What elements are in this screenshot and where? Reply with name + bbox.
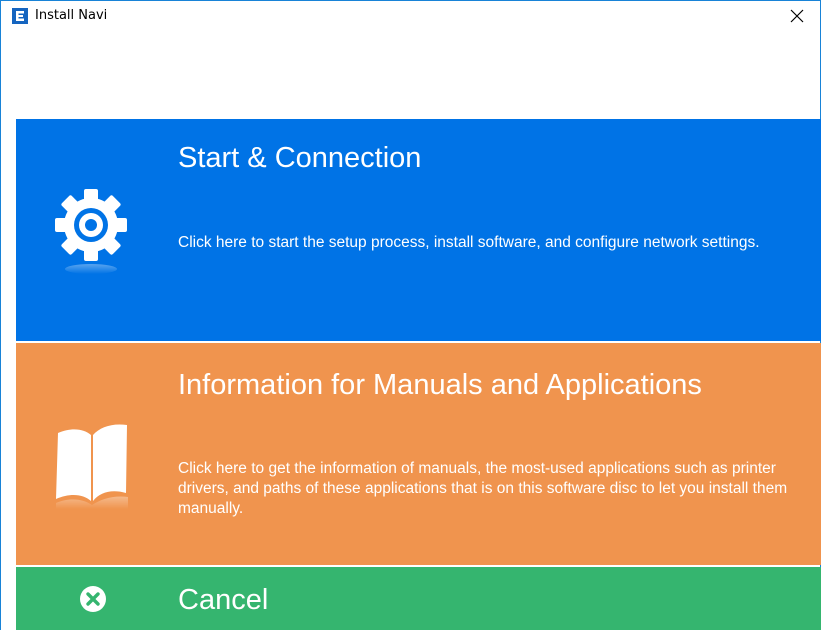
start-connection-title: Start & Connection [178,142,422,174]
title-bar[interactable]: Install Navi [1,1,820,31]
window-title: Install Navi [35,8,108,23]
install-navi-window: Install Navi Start & Connection Click he… [0,0,821,630]
manuals-applications-title: Information for Manuals and Applications [178,369,702,401]
app-logo-icon [12,8,28,24]
start-connection-description: Click here to start the setup process, i… [178,234,760,251]
open-book-icon [50,417,134,518]
close-button[interactable] [774,1,820,31]
manuals-applications-panel[interactable]: Information for Manuals and Applications… [16,343,821,565]
gear-icon [48,177,128,282]
start-connection-panel[interactable]: Start & Connection Click here to start t… [16,119,821,341]
close-icon [790,9,804,23]
manuals-applications-description: Click here to get the information of man… [178,460,788,517]
cancel-panel[interactable]: Cancel [16,567,821,630]
cancel-circle-icon [79,585,107,618]
cancel-title: Cancel [178,584,269,616]
